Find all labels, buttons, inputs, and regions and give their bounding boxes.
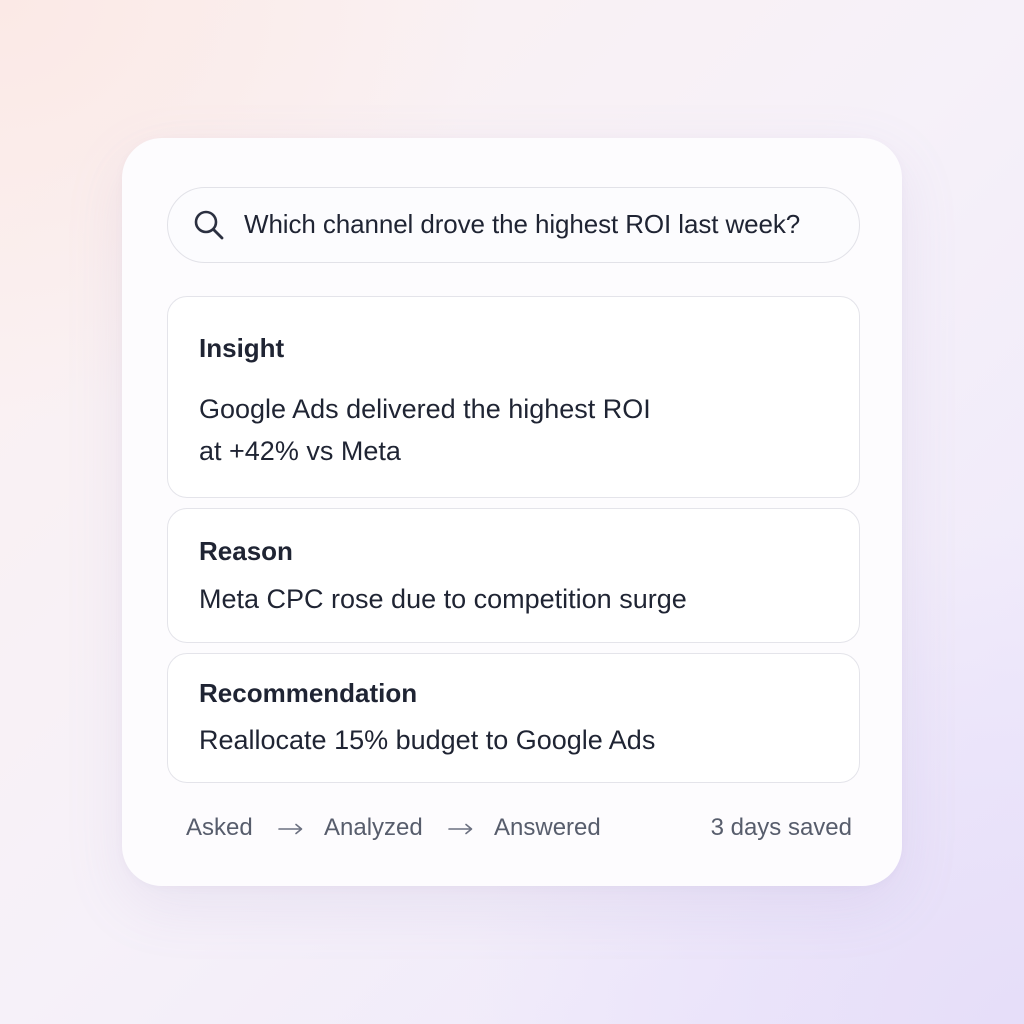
step-analyzed: Analyzed bbox=[324, 814, 423, 841]
search-icon bbox=[194, 210, 224, 240]
recommendation-heading: Recommendation bbox=[199, 678, 418, 708]
step-asked: Asked bbox=[186, 814, 253, 841]
reason-section: Reason Meta CPC rose due to competition … bbox=[167, 508, 860, 643]
insight-heading: Insight bbox=[199, 333, 285, 363]
insight-line-1: Google Ads delivered the highest ROI bbox=[199, 394, 651, 424]
insight-card: Which channel drove the highest ROI last… bbox=[122, 138, 902, 886]
step-answered: Answered bbox=[494, 814, 601, 841]
search-query[interactable]: Which channel drove the highest ROI last… bbox=[244, 188, 800, 261]
arrow-right-icon bbox=[278, 823, 303, 835]
insight-text: Google Ads delivered the highest ROI at … bbox=[199, 388, 651, 472]
search-bar[interactable]: Which channel drove the highest ROI last… bbox=[167, 187, 860, 263]
insight-line-2: at +42% vs Meta bbox=[199, 436, 401, 466]
recommendation-section: Recommendation Reallocate 15% budget to … bbox=[167, 653, 860, 783]
workflow-footer: Asked Analyzed Answered 3 days saved bbox=[186, 814, 852, 844]
reason-heading: Reason bbox=[199, 536, 293, 566]
reason-text: Meta CPC rose due to competition surge bbox=[199, 584, 687, 614]
time-saved-label: 3 days saved bbox=[710, 814, 852, 841]
recommendation-text: Reallocate 15% budget to Google Ads bbox=[199, 725, 656, 755]
insight-section: Insight Google Ads delivered the highest… bbox=[167, 296, 860, 498]
arrow-right-icon bbox=[448, 823, 473, 835]
